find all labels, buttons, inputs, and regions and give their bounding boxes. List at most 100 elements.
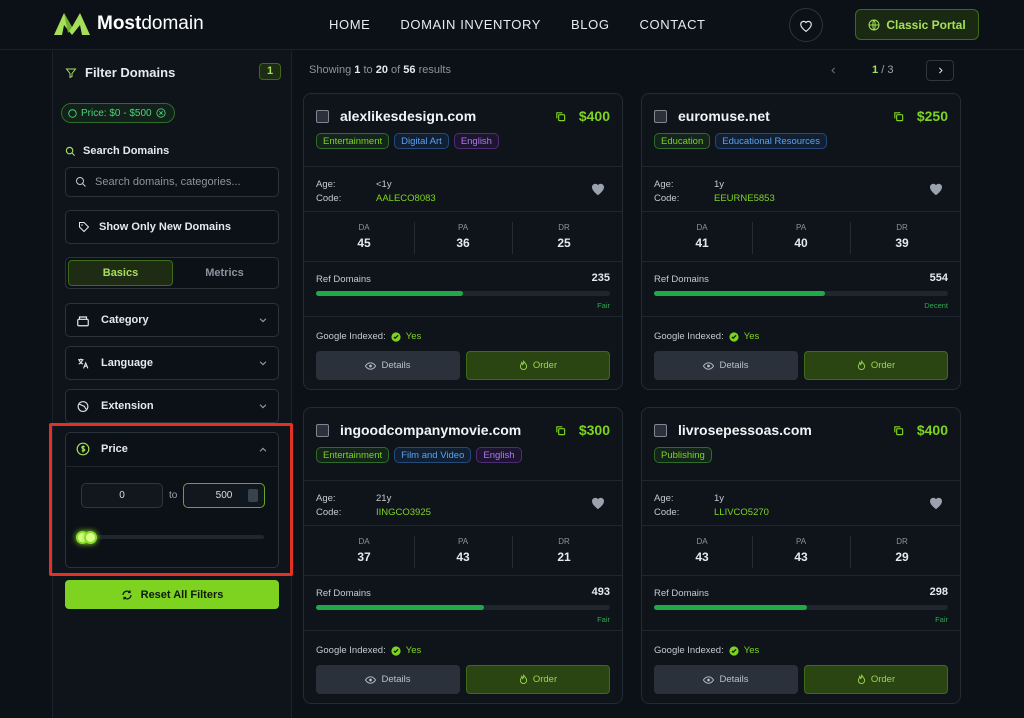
ref-domains-value: 235 (591, 272, 610, 284)
category-tag[interactable]: Film and Video (394, 447, 472, 463)
card-divider (642, 211, 960, 212)
filter-tabs: Basics Metrics (65, 257, 279, 289)
copy-icon[interactable] (555, 111, 566, 122)
details-button[interactable]: Details (654, 351, 798, 380)
heart-icon[interactable] (928, 495, 944, 510)
code-label: Code: (316, 507, 342, 518)
google-indexed: Google Indexed: Yes (654, 645, 760, 656)
quality-label: Fair (597, 615, 610, 624)
heart-icon[interactable] (590, 181, 606, 196)
category-tag[interactable]: Digital Art (394, 133, 449, 149)
details-button[interactable]: Details (316, 665, 460, 694)
chevron-left-icon (830, 67, 835, 73)
metric-dr: DR 29 (895, 537, 909, 564)
order-button[interactable]: Order (466, 665, 610, 694)
domain-name[interactable]: alexlikesdesign.com (340, 108, 476, 124)
quality-label: Fair (935, 615, 948, 624)
select-checkbox[interactable] (316, 110, 329, 123)
favorites-button[interactable] (789, 8, 823, 42)
eye-icon (703, 675, 715, 684)
domain-card: alexlikesdesign.com $400 Entertainment Di… (303, 93, 623, 390)
close-icon[interactable] (156, 108, 166, 118)
age-value: <1y (376, 179, 392, 190)
age-label: Age: (316, 179, 336, 190)
indexed-value: Yes (405, 645, 422, 656)
chevron-down-icon (259, 404, 267, 409)
details-button[interactable]: Details (316, 351, 460, 380)
ref-domains-label: Ref Domains (316, 274, 371, 285)
domain-name[interactable]: euromuse.net (678, 108, 770, 124)
category-tag[interactable]: Entertainment (316, 447, 390, 463)
search-input[interactable]: Search domains, categories... (65, 167, 279, 197)
age-value: 21y (376, 493, 392, 504)
classic-portal-button[interactable]: Classic Portal (855, 9, 979, 40)
eye-icon (365, 361, 377, 370)
age-label: Age: (654, 179, 674, 190)
select-checkbox[interactable] (316, 424, 329, 437)
extension-accordion[interactable]: Extension (65, 389, 279, 423)
layers-icon (77, 315, 89, 326)
select-checkbox[interactable] (654, 110, 667, 123)
category-tag[interactable]: Publishing (654, 447, 712, 463)
ref-domains-fill (654, 605, 807, 610)
fire-icon (519, 674, 527, 684)
classic-portal-label: Classic Portal (886, 17, 966, 32)
ref-domains-bar (654, 291, 948, 296)
copy-icon[interactable] (893, 111, 904, 122)
card-divider (304, 211, 622, 212)
copy-icon[interactable] (893, 425, 904, 436)
age-value: 1y (714, 493, 725, 504)
prev-page-button[interactable] (825, 61, 841, 79)
filter-sidebar: Filter Domains 1 Price: $0 - $500 Search… (52, 51, 292, 718)
tag-icon (79, 222, 90, 233)
logo-mark-icon (54, 13, 90, 35)
metric-pa: PA 43 (456, 537, 470, 564)
age-label: Age: (654, 493, 674, 504)
order-button[interactable]: Order (466, 351, 610, 380)
domain-name[interactable]: ingoodcompanymovie.com (340, 422, 521, 438)
order-button[interactable]: Order (804, 665, 948, 694)
quality-label: Decent (924, 301, 948, 310)
indexed-value: Yes (743, 645, 760, 656)
tag-list: Education Educational Resources (654, 133, 827, 149)
category-tag[interactable]: English (476, 447, 522, 463)
next-page-button[interactable] (926, 60, 954, 81)
ref-domains-fill (316, 291, 463, 296)
nav-home[interactable]: HOME (329, 17, 370, 32)
domain-meta: Age: 1y Code: LLIVCO5270 (654, 492, 769, 520)
code-value: EEURNE5853 (714, 193, 775, 204)
quality-label: Fair (597, 301, 610, 310)
language-accordion[interactable]: Language (65, 346, 279, 380)
category-tag[interactable]: English (453, 133, 499, 149)
domain-name[interactable]: livrosepessoas.com (678, 422, 812, 438)
heart-icon[interactable] (590, 495, 606, 510)
filter-header: Filter Domains 1 (65, 63, 281, 80)
copy-icon[interactable] (555, 425, 566, 436)
select-checkbox[interactable] (654, 424, 667, 437)
nav-blog[interactable]: BLOG (571, 17, 610, 32)
reset-filters-button[interactable]: Reset All Filters (65, 580, 279, 609)
tab-basics[interactable]: Basics (68, 260, 173, 286)
brand-logo[interactable]: Mostdomain (52, 11, 204, 37)
category-tag[interactable]: Education (654, 133, 711, 149)
order-label: Order (870, 674, 896, 685)
metric-pa: PA 40 (794, 223, 808, 250)
nav-contact[interactable]: CONTACT (640, 17, 706, 32)
show-new-domains-toggle[interactable]: Show Only New Domains (65, 210, 279, 244)
category-tag[interactable]: Entertainment (316, 133, 390, 149)
metric-da: DA 45 (357, 223, 371, 250)
ref-domains-value: 493 (591, 586, 610, 598)
details-button[interactable]: Details (654, 665, 798, 694)
metric-dr: DR 25 (557, 223, 571, 250)
nav-domain-inventory[interactable]: DOMAIN INVENTORY (400, 17, 541, 32)
order-label: Order (532, 674, 558, 685)
order-button[interactable]: Order (804, 351, 948, 380)
domain-card: livrosepessoas.com $400 Publishing Age: 1… (641, 407, 961, 704)
heart-icon[interactable] (928, 181, 944, 196)
tab-metrics[interactable]: Metrics (173, 260, 276, 286)
results-summary: Showing 1 to 20 of 56 results (309, 64, 451, 76)
category-accordion[interactable]: Category (65, 303, 279, 337)
category-tag[interactable]: Educational Resources (715, 133, 827, 149)
price-filter-chip[interactable]: Price: $0 - $500 (61, 103, 175, 123)
code-value: IINGCO3925 (376, 507, 431, 518)
